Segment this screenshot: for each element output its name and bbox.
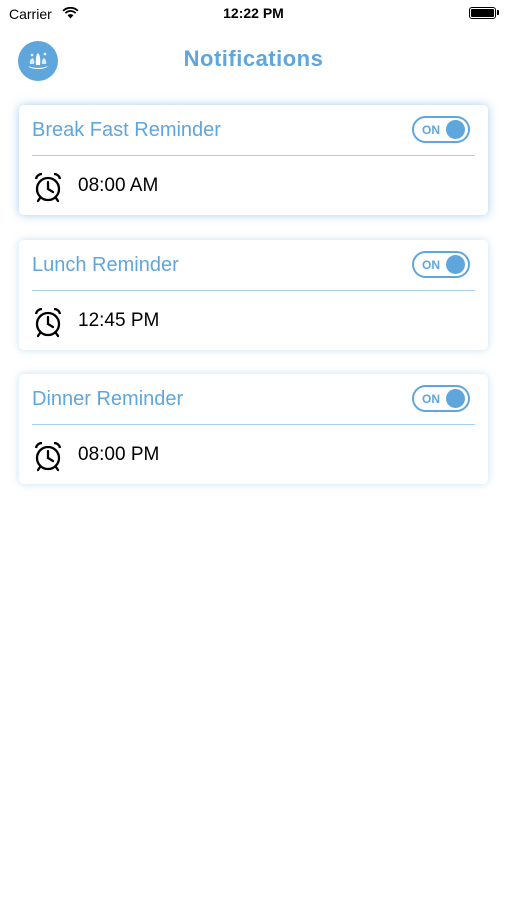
status-bar: Carrier 12:22 PM [0,0,507,28]
toggle-knob [446,120,465,139]
lunch-toggle[interactable]: ON [412,251,470,278]
reminder-card-lunch[interactable]: Lunch Reminder ON 12:45 PM [19,240,488,350]
nav-bar: Notifications [0,28,507,92]
page-title: Notifications [183,46,324,71]
divider [32,424,475,425]
reminder-time[interactable]: 12:45 PM [78,310,159,332]
toggle-label: ON [422,392,440,406]
alarm-clock-icon [33,171,63,208]
reminder-title: Dinner Reminder [32,388,184,410]
divider [32,290,475,291]
reminder-time[interactable]: 08:00 PM [78,444,159,466]
reminder-time[interactable]: 08:00 AM [78,175,158,197]
alarm-clock-icon [33,440,63,477]
status-time: 12:22 PM [223,5,284,21]
reminder-title: Lunch Reminder [32,254,179,276]
toggle-knob [446,255,465,274]
reminder-card-dinner[interactable]: Dinner Reminder ON 08:00 PM [19,374,488,484]
dinner-toggle[interactable]: ON [412,385,470,412]
reminder-title: Break Fast Reminder [32,119,221,141]
battery-tip [497,10,499,15]
alarm-clock-icon [33,306,63,343]
breakfast-toggle[interactable]: ON [412,116,470,143]
divider [32,155,475,156]
toggle-label: ON [422,123,440,137]
battery-icon [469,7,496,19]
reminder-card-breakfast[interactable]: Break Fast Reminder ON 08:00 AM [19,105,488,215]
toggle-knob [446,389,465,408]
toggle-label: ON [422,258,440,272]
